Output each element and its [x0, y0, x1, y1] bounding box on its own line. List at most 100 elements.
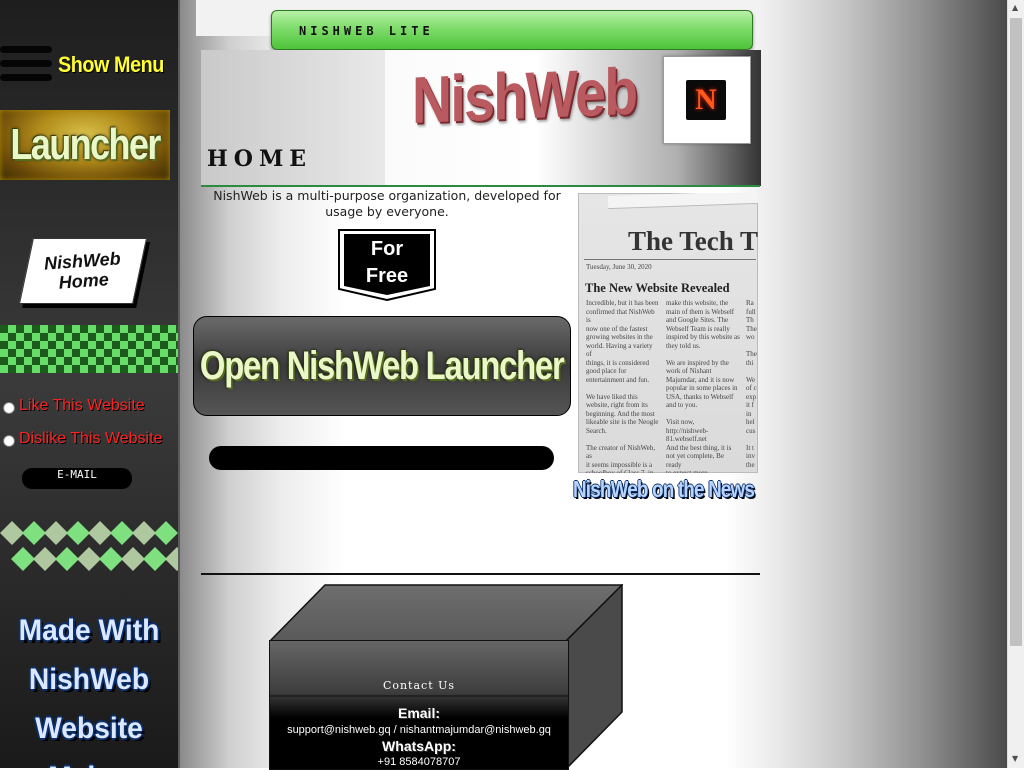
- nishweb-logo-text: NishWeb: [412, 53, 637, 137]
- newspaper-line: now one of the fastest: [586, 324, 648, 333]
- diamond-shape: [66, 521, 90, 545]
- newspaper-masthead: The Tech Ti: [628, 226, 758, 256]
- newspaper-line: Webself Team is really: [666, 324, 730, 333]
- newspaper-line: It t: [746, 443, 754, 452]
- email-label: Email:: [397, 705, 440, 721]
- launcher-button[interactable]: Launcher: [0, 110, 170, 180]
- diamond-shape: [99, 547, 123, 571]
- newspaper-line: [746, 435, 758, 444]
- vertical-scrollbar[interactable]: ▲ ▼: [1007, 0, 1024, 768]
- black-pill-bar: [209, 446, 554, 470]
- made-with-nishweb-banner[interactable]: Made With NishWeb Website Maker: [5, 606, 172, 768]
- newspaper-column-1: Incredible, but it has been confirmed tha…: [586, 299, 660, 473]
- dislike-label: Dislike This Website: [19, 430, 163, 447]
- newspaper-line: work of Nishant: [666, 367, 712, 375]
- diamond-shape: [132, 521, 156, 545]
- newspaper-line: [666, 410, 740, 419]
- for-free-line1: For: [370, 238, 404, 260]
- newspaper-line: We: [746, 375, 756, 384]
- diamond-shape: [77, 547, 101, 571]
- email-button[interactable]: E-MAIL: [22, 468, 132, 489]
- scroll-down-arrow-icon[interactable]: ▼: [1012, 754, 1018, 763]
- newspaper-line: in: [746, 409, 752, 418]
- show-menu-button[interactable]: Show Menu: [58, 52, 164, 78]
- nishweb-n-logo-icon: N: [686, 80, 726, 120]
- newspaper-line: Incredible, but it has been: [586, 299, 659, 307]
- newspaper-date: Tuesday, June 30, 2020: [586, 263, 652, 271]
- contact-box: Contact Us Email: support@nishweb.gq / n…: [269, 640, 569, 770]
- home-card-label: NishWeb Home: [43, 248, 122, 293]
- newspaper-line: cus: [746, 426, 756, 435]
- newspaper-column-2: make this website, the main of them is We…: [666, 299, 740, 473]
- newspaper-line: website, right from its: [586, 401, 648, 409]
- whatsapp-value[interactable]: +91 8584078707: [270, 756, 568, 768]
- newspaper-line: make this website, the: [666, 299, 729, 307]
- scroll-up-arrow-icon[interactable]: ▲: [1012, 3, 1018, 12]
- newspaper-line: wo: [746, 333, 755, 341]
- newspaper-line: confirmed that NishWeb is: [586, 307, 655, 325]
- newspaper-line: Majumdar, and it is now: [666, 375, 735, 384]
- newspaper-line: good place for: [586, 367, 627, 375]
- nishweb-lite-button[interactable]: NISHWEB LITE: [271, 10, 753, 50]
- newspaper-line: The creator of NishWeb, as: [586, 443, 656, 461]
- made-with-line: NishWeb: [28, 663, 150, 696]
- made-with-line: Maker: [5, 753, 172, 768]
- diamond-pattern-decoration: [0, 521, 178, 571]
- newspaper-line: to expect more...: [666, 469, 713, 473]
- site-description: NishWeb is a multi-purpose organization,…: [213, 188, 561, 219]
- contact-us-title: Contact Us: [382, 679, 456, 692]
- diamond-shape: [22, 521, 46, 545]
- nishweb-lite-label: NISHWEB LITE: [299, 24, 434, 38]
- diamond-shape: [154, 521, 178, 545]
- newspaper-line: inspired by this website as: [666, 333, 740, 341]
- made-with-line: Website: [35, 712, 143, 745]
- newspaper-line: things, it is considered: [586, 358, 649, 367]
- dislike-radio[interactable]: [3, 435, 15, 447]
- newspaper-line: [586, 384, 660, 393]
- nishweb-home-button[interactable]: NishWeb Home: [18, 238, 148, 304]
- newspaper-line: full: [746, 307, 756, 316]
- checker-pattern-decoration: [0, 325, 178, 373]
- sidebar: Show Menu Launcher NishWeb Home Like Thi…: [0, 0, 178, 768]
- newspaper-line: growing websites in the: [586, 333, 653, 341]
- paper-sheet-edge: [607, 193, 758, 210]
- diamond-shape: [143, 547, 167, 571]
- newspaper-line: likeable site is the Neogle: [586, 418, 659, 426]
- email-value[interactable]: support@nishweb.gq / nishantmajumdar@nis…: [270, 724, 568, 736]
- dislike-website-option[interactable]: Dislike This Website: [3, 430, 162, 448]
- made-with-line: Made With: [18, 614, 160, 647]
- newspaper-line: entertainment and fun.: [586, 375, 650, 384]
- badge-letter: N: [695, 83, 717, 116]
- diamond-shape: [121, 547, 145, 571]
- newspaper-line: main of them is Webself: [666, 307, 735, 316]
- newspaper-line: schoolboy of Class 7, in: [586, 469, 654, 473]
- newspaper-headline: The New Website Revealed: [585, 281, 730, 295]
- header-divider: [201, 185, 760, 187]
- newspaper-line: of c: [746, 384, 757, 392]
- hamburger-menu-icon[interactable]: [0, 46, 52, 88]
- logo-badge-frame: N: [663, 56, 751, 144]
- contact-divider: [270, 695, 568, 697]
- nishweb-on-the-news-label[interactable]: NishWeb on the News: [573, 476, 755, 503]
- open-launcher-label: Open NishWeb Launcher: [200, 343, 565, 388]
- newspaper-line: We have liked this: [586, 392, 638, 401]
- newspaper-line: it seems impossible is a: [586, 460, 653, 469]
- like-radio[interactable]: [3, 402, 15, 414]
- newspaper-line: We are inspired by the: [666, 358, 729, 367]
- diamond-shape: [55, 547, 79, 571]
- scrollbar-thumb[interactable]: [1010, 18, 1022, 646]
- diamond-shape: [110, 521, 134, 545]
- newspaper-line: The: [746, 350, 757, 358]
- diamond-shape: [165, 547, 178, 571]
- newspaper-image[interactable]: The Tech Ti Tuesday, June 30, 2020 The N…: [578, 193, 758, 473]
- like-website-option[interactable]: Like This Website: [3, 397, 145, 415]
- newspaper-line: Th: [746, 316, 754, 324]
- newspaper-line: [586, 435, 660, 444]
- open-launcher-button[interactable]: Open NishWeb Launcher: [193, 316, 571, 416]
- newspaper-line: Ra: [746, 299, 754, 307]
- newspaper-line: world. Having a variety of: [586, 341, 653, 359]
- newspaper-line: [666, 350, 740, 359]
- newspaper-line: [746, 367, 758, 376]
- newspaper-line: Search.: [586, 426, 607, 435]
- for-free-banner: For Free: [338, 229, 436, 301]
